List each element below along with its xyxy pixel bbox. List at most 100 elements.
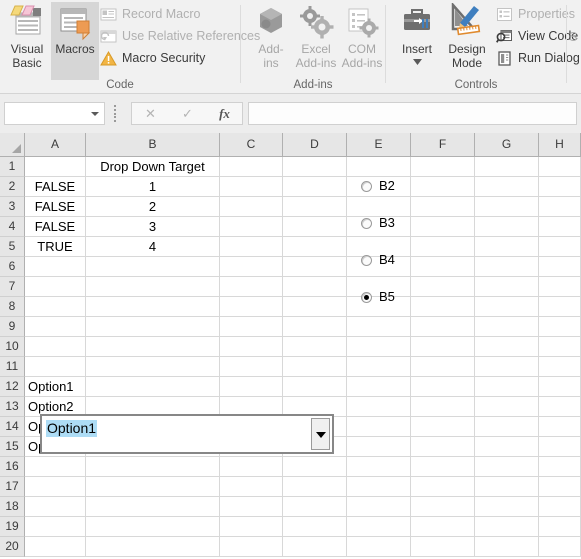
column-header-c[interactable]: C: [220, 133, 283, 157]
cell-G15[interactable]: [475, 437, 539, 457]
cell-H8[interactable]: [539, 297, 581, 317]
cell-F4[interactable]: [411, 217, 475, 237]
cell-B12[interactable]: [86, 377, 220, 397]
cell-F12[interactable]: [411, 377, 475, 397]
row-header-8[interactable]: 8: [0, 297, 25, 317]
cell-C6[interactable]: [220, 257, 283, 277]
cell-A5[interactable]: TRUE: [25, 237, 86, 257]
cell-D2[interactable]: [283, 177, 347, 197]
cell-C7[interactable]: [220, 277, 283, 297]
cell-G10[interactable]: [475, 337, 539, 357]
cell-F20[interactable]: [411, 537, 475, 557]
cell-E3[interactable]: [347, 197, 411, 217]
cell-B8[interactable]: [86, 297, 220, 317]
cell-B3[interactable]: 2: [86, 197, 220, 217]
cell-E12[interactable]: [347, 377, 411, 397]
cell-C10[interactable]: [220, 337, 283, 357]
cell-E13[interactable]: [347, 397, 411, 417]
cell-C3[interactable]: [220, 197, 283, 217]
cell-D3[interactable]: [283, 197, 347, 217]
cell-G12[interactable]: [475, 377, 539, 397]
cell-G9[interactable]: [475, 317, 539, 337]
cell-B2[interactable]: 1: [86, 177, 220, 197]
cell-F2[interactable]: [411, 177, 475, 197]
row-header-13[interactable]: 13: [0, 397, 25, 417]
cell-F15[interactable]: [411, 437, 475, 457]
cell-F9[interactable]: [411, 317, 475, 337]
cell-F14[interactable]: [411, 417, 475, 437]
radio-option-b4[interactable]: B4: [361, 252, 395, 268]
cell-H20[interactable]: [539, 537, 581, 557]
cell-A20[interactable]: [25, 537, 86, 557]
row-header-16[interactable]: 16: [0, 457, 25, 477]
row-header-20[interactable]: 20: [0, 537, 25, 557]
cell-E19[interactable]: [347, 517, 411, 537]
cell-A19[interactable]: [25, 517, 86, 537]
cell-G14[interactable]: [475, 417, 539, 437]
cell-G19[interactable]: [475, 517, 539, 537]
insert-button[interactable]: Insert: [393, 2, 441, 80]
row-header-10[interactable]: 10: [0, 337, 25, 357]
cell-H6[interactable]: [539, 257, 581, 277]
column-header-h[interactable]: H: [539, 133, 581, 157]
row-header-19[interactable]: 19: [0, 517, 25, 537]
formula-input[interactable]: [248, 102, 577, 125]
cell-E10[interactable]: [347, 337, 411, 357]
cancel-formula-button[interactable]: ✕: [132, 103, 169, 124]
macro-security-button[interactable]: Macro Security: [100, 47, 205, 69]
row-header-3[interactable]: 3: [0, 197, 25, 217]
formula-bar-handle[interactable]: [114, 105, 117, 122]
cell-G1[interactable]: [475, 157, 539, 177]
cell-F16[interactable]: [411, 457, 475, 477]
column-header-b[interactable]: B: [86, 133, 220, 157]
cell-E18[interactable]: [347, 497, 411, 517]
cell-D17[interactable]: [283, 477, 347, 497]
cell-G2[interactable]: [475, 177, 539, 197]
cell-C4[interactable]: [220, 217, 283, 237]
cell-C8[interactable]: [220, 297, 283, 317]
cell-A12[interactable]: Option1: [25, 377, 86, 397]
cell-C5[interactable]: [220, 237, 283, 257]
row-header-6[interactable]: 6: [0, 257, 25, 277]
row-header-1[interactable]: 1: [0, 157, 25, 177]
cell-D5[interactable]: [283, 237, 347, 257]
cell-D10[interactable]: [283, 337, 347, 357]
cell-E15[interactable]: [347, 437, 411, 457]
addins-button[interactable]: Add- ins: [247, 2, 295, 80]
cell-B20[interactable]: [86, 537, 220, 557]
cell-G18[interactable]: [475, 497, 539, 517]
insert-function-button[interactable]: fx: [206, 103, 243, 124]
cell-C9[interactable]: [220, 317, 283, 337]
cell-B5[interactable]: 4: [86, 237, 220, 257]
cell-D18[interactable]: [283, 497, 347, 517]
cell-C20[interactable]: [220, 537, 283, 557]
cell-H2[interactable]: [539, 177, 581, 197]
cell-F7[interactable]: [411, 277, 475, 297]
use-relative-references-button[interactable]: Use Relative References: [100, 25, 260, 47]
row-header-9[interactable]: 9: [0, 317, 25, 337]
visual-basic-button[interactable]: Visual Basic: [3, 2, 51, 80]
dropdown-combobox-control[interactable]: Option1: [40, 414, 334, 454]
cell-F19[interactable]: [411, 517, 475, 537]
row-header-18[interactable]: 18: [0, 497, 25, 517]
cell-C19[interactable]: [220, 517, 283, 537]
cell-F3[interactable]: [411, 197, 475, 217]
cell-A6[interactable]: [25, 257, 86, 277]
cell-B19[interactable]: [86, 517, 220, 537]
cell-C17[interactable]: [220, 477, 283, 497]
cell-D1[interactable]: [283, 157, 347, 177]
cell-E14[interactable]: [347, 417, 411, 437]
cell-B18[interactable]: [86, 497, 220, 517]
cell-A10[interactable]: [25, 337, 86, 357]
cell-H7[interactable]: [539, 277, 581, 297]
combobox-dropdown-arrow-icon[interactable]: [311, 418, 330, 450]
name-box-dropdown-icon[interactable]: [91, 112, 99, 116]
row-header-2[interactable]: 2: [0, 177, 25, 197]
select-all-corner[interactable]: [0, 133, 25, 157]
cell-D7[interactable]: [283, 277, 347, 297]
cell-D19[interactable]: [283, 517, 347, 537]
cell-H4[interactable]: [539, 217, 581, 237]
cell-D11[interactable]: [283, 357, 347, 377]
cell-A7[interactable]: [25, 277, 86, 297]
cell-F10[interactable]: [411, 337, 475, 357]
